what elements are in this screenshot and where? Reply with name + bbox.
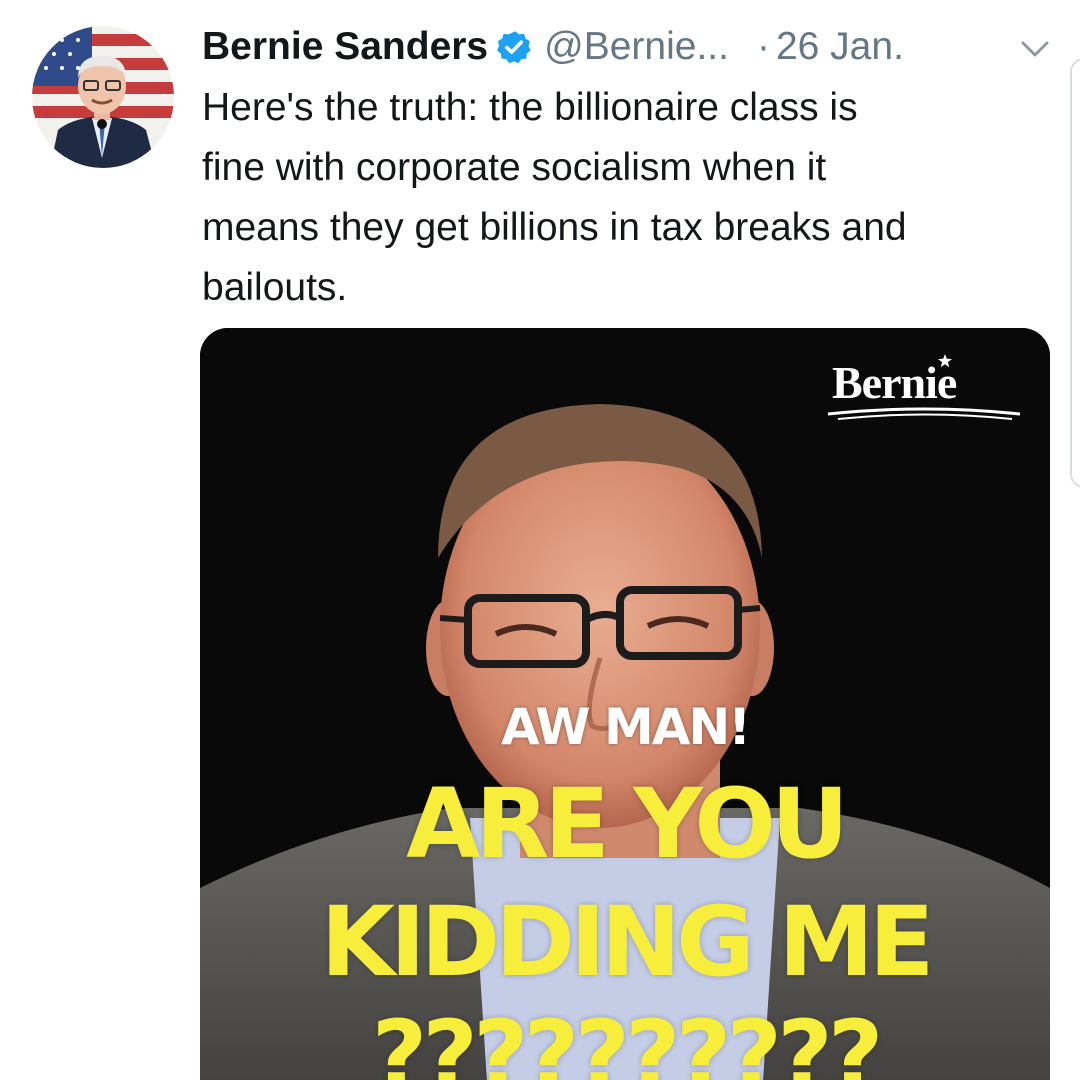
chevron-down-icon[interactable] [1018,36,1052,62]
tweet-text-line: fine with corporate socialism when it [202,146,827,189]
author-name[interactable]: Bernie Sanders [202,25,488,69]
tweet-view: Bernie Sanders @Bernie... · 26 Jan. Here… [0,0,1080,1080]
tweet-text-line: Here's the truth: the billionaire class … [202,86,858,129]
author-avatar[interactable] [32,26,174,168]
video-caption-top: AW MAN! [500,698,751,756]
tweet-date[interactable]: 26 Jan. [776,25,904,69]
tweet-text-line: means they get billions in tax breaks an… [202,206,907,249]
video-caption-line: KIDDING ME [320,886,935,998]
avatar-image [32,26,174,168]
video-caption-line: ?????????? [371,1000,884,1080]
header-separator: · [756,25,770,68]
logo-swoosh-icon [827,407,1021,420]
tweet-media-video[interactable]: Bernie AW MAN! ARE YOU KIDDING ME ??????… [200,328,1050,1080]
verified-badge-icon [496,29,532,65]
scroll-indicator[interactable] [1070,58,1080,488]
video-caption-line: ARE YOU [406,768,849,880]
tweet-text-line: bailouts. [202,266,348,309]
author-handle[interactable]: @Bernie... [544,25,729,69]
star-icon [938,354,952,368]
tweet-text: Here's the truth: the billionaire class … [202,78,1042,318]
tweet-header: Bernie Sanders @Bernie... · 26 Jan. [202,22,1062,72]
